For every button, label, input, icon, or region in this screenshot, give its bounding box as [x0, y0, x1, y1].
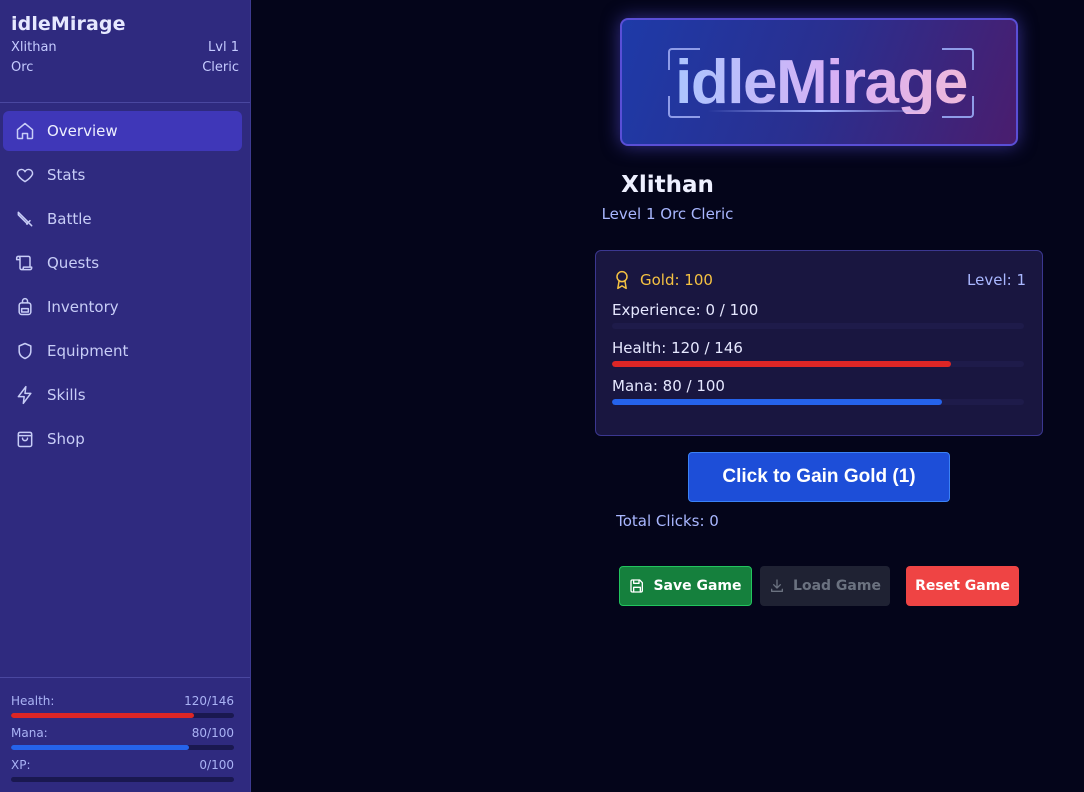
character-level: Lvl 1	[208, 40, 239, 55]
game-logo: idleMirage	[620, 18, 1018, 146]
sidebar-mana-fill	[11, 745, 190, 750]
sidebar-nav: Overview Stats Battle Quests Inventory E…	[0, 103, 250, 459]
health-fill	[612, 361, 951, 367]
character-subtitle: Level 1 Orc Cleric	[601, 205, 734, 223]
gold-display: Gold: 100	[612, 270, 713, 290]
character-class: Cleric	[202, 60, 239, 75]
sidebar-item-label: Stats	[47, 166, 86, 184]
health-label: Health: 120 / 146	[612, 339, 743, 357]
sidebar-xp-value: 0/100	[199, 758, 234, 772]
save-icon	[629, 578, 645, 594]
character-race: Orc	[11, 60, 34, 75]
mana-label: Mana: 80 / 100	[612, 377, 725, 395]
download-icon	[769, 578, 785, 594]
medal-icon	[612, 270, 632, 290]
gain-gold-button[interactable]: Click to Gain Gold (1)	[688, 452, 950, 502]
sidebar: idleMirage Xlithan Lvl 1 Orc Cleric Over…	[0, 0, 251, 792]
save-game-label: Save Game	[653, 578, 742, 594]
sidebar-xp-stat: XP: 0/100	[11, 758, 234, 782]
sidebar-item-label: Inventory	[47, 298, 119, 316]
sidebar-item-shop[interactable]: Shop	[3, 419, 242, 459]
home-icon	[15, 121, 35, 141]
logo-underline	[708, 110, 934, 112]
sidebar-item-inventory[interactable]: Inventory	[3, 287, 242, 327]
mana-stat: Mana: 80 / 100	[612, 377, 1026, 405]
reset-game-button[interactable]: Reset Game	[906, 566, 1019, 606]
sidebar-item-equipment[interactable]: Equipment	[3, 331, 242, 371]
sidebar-health-fill	[11, 713, 195, 718]
shopping-bag-icon	[15, 429, 35, 449]
sword-icon	[15, 209, 35, 229]
sidebar-health-value: 120/146	[184, 694, 234, 708]
heart-icon	[15, 165, 35, 185]
level-label: Level: 1	[967, 271, 1026, 289]
sidebar-xp-bar	[11, 777, 234, 782]
sidebar-item-quests[interactable]: Quests	[3, 243, 242, 283]
sidebar-health-label: Health:	[11, 694, 55, 708]
sidebar-item-label: Overview	[47, 122, 118, 140]
sidebar-stats: Health: 120/146 Mana: 80/100 XP: 0/100	[0, 677, 250, 792]
sidebar-item-overview[interactable]: Overview	[3, 111, 242, 151]
character-title: Xlithan	[621, 172, 714, 198]
logo-text: idleMirage	[668, 52, 974, 114]
health-bar	[612, 361, 1024, 367]
sidebar-xp-label: XP:	[11, 758, 31, 772]
experience-stat: Experience: 0 / 100	[612, 301, 1026, 329]
backpack-icon	[15, 297, 35, 317]
load-game-label: Load Game	[793, 578, 881, 594]
logo-frame: idleMirage	[668, 48, 974, 118]
sidebar-item-battle[interactable]: Battle	[3, 199, 242, 239]
mana-fill	[612, 399, 942, 405]
total-clicks: Total Clicks: 0	[616, 512, 719, 530]
character-row-class: Orc Cleric	[11, 58, 239, 78]
sidebar-health-bar	[11, 713, 234, 718]
sidebar-item-label: Equipment	[47, 342, 129, 360]
character-row-name: Xlithan Lvl 1	[11, 38, 239, 58]
app-title: idleMirage	[11, 13, 126, 35]
save-game-button[interactable]: Save Game	[619, 566, 752, 606]
sidebar-mana-value: 80/100	[191, 726, 234, 740]
character-name: Xlithan	[11, 40, 57, 55]
sidebar-mana-stat: Mana: 80/100	[11, 726, 234, 750]
gold-label: Gold: 100	[640, 271, 713, 289]
stats-card-header: Gold: 100 Level: 1	[612, 269, 1026, 291]
sidebar-mana-label: Mana:	[11, 726, 48, 740]
lightning-icon	[15, 385, 35, 405]
stats-card: Gold: 100 Level: 1 Experience: 0 / 100 H…	[595, 250, 1043, 436]
sidebar-item-label: Skills	[47, 386, 86, 404]
health-stat: Health: 120 / 146	[612, 339, 1026, 367]
load-game-button[interactable]: Load Game	[760, 566, 890, 606]
sidebar-item-skills[interactable]: Skills	[3, 375, 242, 415]
experience-bar	[612, 323, 1024, 329]
sidebar-item-stats[interactable]: Stats	[3, 155, 242, 195]
main-content: idleMirage Xlithan Level 1 Orc Cleric Go…	[251, 0, 1084, 792]
sidebar-item-label: Shop	[47, 430, 85, 448]
experience-label: Experience: 0 / 100	[612, 301, 759, 319]
reset-game-label: Reset Game	[915, 578, 1010, 594]
scroll-icon	[15, 253, 35, 273]
sidebar-health-stat: Health: 120/146	[11, 694, 234, 718]
mana-bar	[612, 399, 1024, 405]
sidebar-header: idleMirage Xlithan Lvl 1 Orc Cleric	[0, 0, 250, 103]
sidebar-item-label: Battle	[47, 210, 92, 228]
sidebar-mana-bar	[11, 745, 234, 750]
shield-icon	[15, 341, 35, 361]
sidebar-item-label: Quests	[47, 254, 100, 272]
